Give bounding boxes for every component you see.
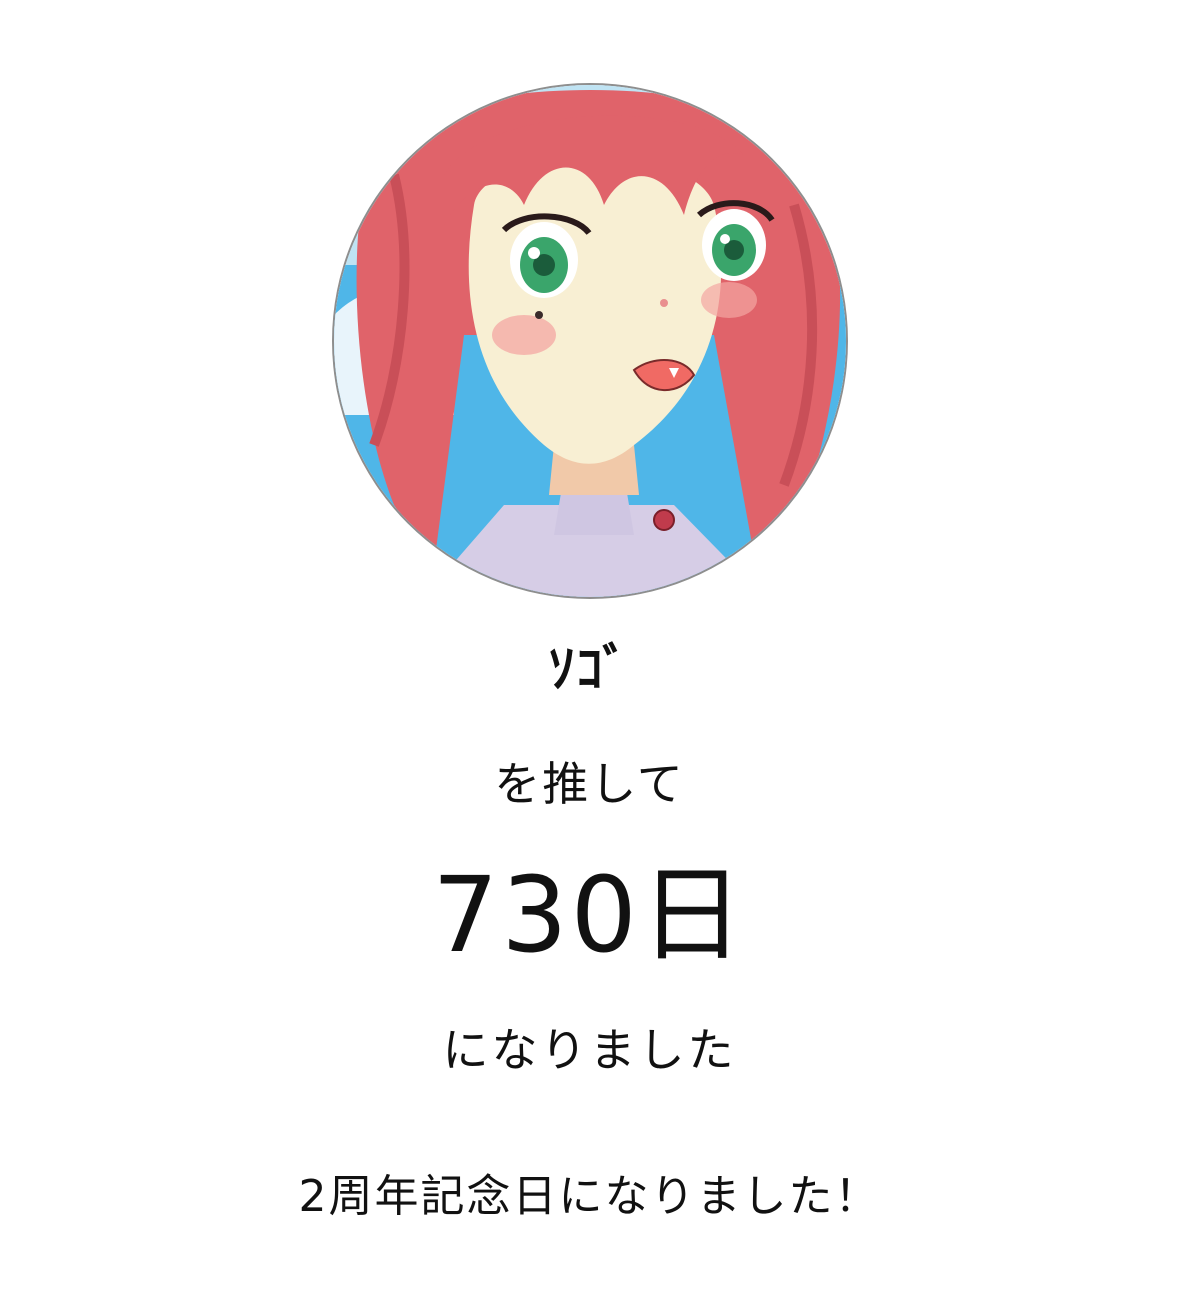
- avatar: [334, 85, 846, 597]
- milestone-prefix: を推して: [494, 757, 685, 811]
- anniversary-message: 2周年記念日になりました！: [298, 1171, 881, 1222]
- oshi-name: ｿｺﾞ: [548, 640, 631, 700]
- days-count: 730日: [432, 854, 747, 976]
- anime-character-portrait-icon: [334, 85, 846, 597]
- anniversary-card: ｿｺﾞ を推して 730日 になりました 2周年記念日になりました！: [0, 0, 1179, 1309]
- milestone-suffix: になりました: [442, 1023, 737, 1077]
